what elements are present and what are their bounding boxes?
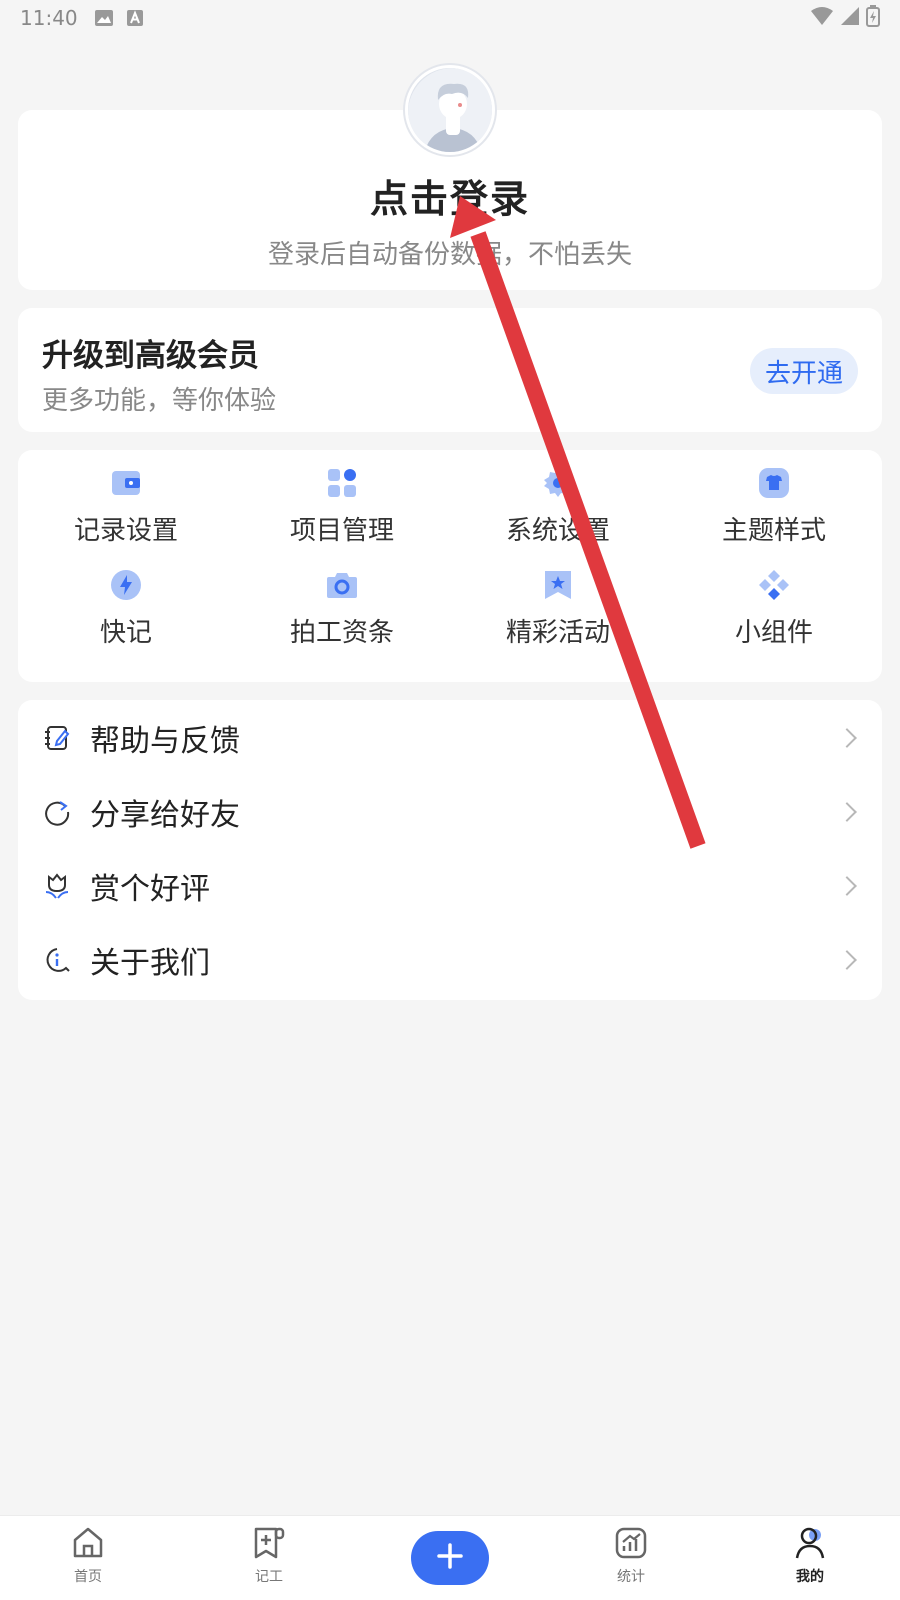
menu-label: 分享给好友 xyxy=(90,797,240,833)
gallery-notification-icon xyxy=(94,9,114,27)
menu-list: 帮助与反馈 分享给好友 赏个好评 关于我们 xyxy=(18,700,882,1000)
nav-item-statistics[interactable]: 统计 xyxy=(581,1526,681,1586)
record-icon xyxy=(252,1526,286,1564)
avatar[interactable] xyxy=(405,65,495,155)
menu-label: 赏个好评 xyxy=(90,871,210,907)
home-icon xyxy=(71,1526,105,1564)
star-bookmark-icon xyxy=(541,568,575,602)
menu-item-share-friends[interactable]: 分享给好友 xyxy=(18,774,882,849)
share-refresh-icon xyxy=(42,797,72,827)
grid-label: 小组件 xyxy=(734,618,813,648)
menu-label: 帮助与反馈 xyxy=(90,723,240,759)
feature-grid: 记录设置 项目管理 系统设置 主题样式 快记 拍工资条 精彩活动 小组件 xyxy=(18,450,882,682)
camera-icon xyxy=(325,568,359,602)
nav-label: 记工 xyxy=(255,1569,283,1585)
login-title[interactable]: 点击登录 xyxy=(18,168,882,223)
shirt-icon xyxy=(757,466,791,500)
chevron-right-icon xyxy=(837,875,857,896)
chevron-right-icon xyxy=(837,727,857,748)
grid-label: 主题样式 xyxy=(721,516,826,546)
vip-title: 升级到高级会员 xyxy=(42,338,259,374)
widget-icon xyxy=(757,568,791,602)
grid-item-project-management[interactable]: 项目管理 xyxy=(234,466,450,547)
vip-subtitle: 更多功能，等你体验 xyxy=(42,386,277,416)
activate-vip-button[interactable]: 去开通 xyxy=(750,348,858,394)
grid-item-system-settings[interactable]: 系统设置 xyxy=(450,466,666,547)
menu-item-rate-us[interactable]: 赏个好评 xyxy=(18,848,882,923)
lightning-icon xyxy=(109,568,143,602)
signal-icon xyxy=(840,6,860,31)
grid-item-widget[interactable]: 小组件 xyxy=(666,568,882,649)
status-time: 11:40 xyxy=(20,6,78,30)
grid-item-record-settings[interactable]: 记录设置 xyxy=(18,466,234,547)
grid-item-photo-payslip[interactable]: 拍工资条 xyxy=(234,568,450,649)
grid-label: 拍工资条 xyxy=(289,618,394,648)
menu-label: 关于我们 xyxy=(90,945,210,981)
plus-icon xyxy=(435,1541,465,1575)
apps-icon xyxy=(325,466,359,500)
grid-item-theme-style[interactable]: 主题样式 xyxy=(666,466,882,547)
flower-icon xyxy=(42,871,72,901)
vip-upgrade-card[interactable]: 升级到高级会员 更多功能，等你体验 去开通 xyxy=(18,308,882,432)
gear-icon xyxy=(541,466,575,500)
battery-icon xyxy=(866,4,880,32)
info-icon xyxy=(42,945,72,975)
nav-item-mine[interactable]: 我的 xyxy=(760,1526,860,1586)
nav-item-home[interactable]: 首页 xyxy=(38,1526,138,1586)
wallet-icon xyxy=(109,466,143,500)
bottom-nav: 首页 记工 统计 我的 xyxy=(0,1515,900,1600)
login-subtitle: 登录后自动备份数据，不怕丢失 xyxy=(267,240,632,270)
menu-item-help-feedback[interactable]: 帮助与反馈 xyxy=(18,700,882,775)
grid-item-featured-events[interactable]: 精彩活动 xyxy=(450,568,666,649)
grid-label: 精彩活动 xyxy=(505,618,610,648)
a-notification-icon xyxy=(126,9,144,27)
grid-label: 快记 xyxy=(99,618,152,648)
chevron-right-icon xyxy=(837,801,857,822)
status-bar: 11:40 xyxy=(0,0,900,36)
wifi-icon xyxy=(810,6,834,31)
menu-item-about-us[interactable]: 关于我们 xyxy=(18,922,882,997)
grid-label: 系统设置 xyxy=(505,516,610,546)
add-record-button[interactable] xyxy=(411,1531,489,1585)
person-icon xyxy=(793,1526,827,1564)
nav-label: 统计 xyxy=(617,1569,645,1585)
notebook-edit-icon xyxy=(42,723,72,753)
grid-label: 项目管理 xyxy=(289,516,394,546)
grid-item-quick-note[interactable]: 快记 xyxy=(18,568,234,649)
chart-icon xyxy=(614,1526,648,1564)
nav-label: 首页 xyxy=(74,1569,102,1585)
chevron-right-icon xyxy=(837,949,857,970)
grid-label: 记录设置 xyxy=(73,516,178,546)
nav-label: 我的 xyxy=(796,1569,824,1585)
nav-item-record[interactable]: 记工 xyxy=(219,1526,319,1586)
